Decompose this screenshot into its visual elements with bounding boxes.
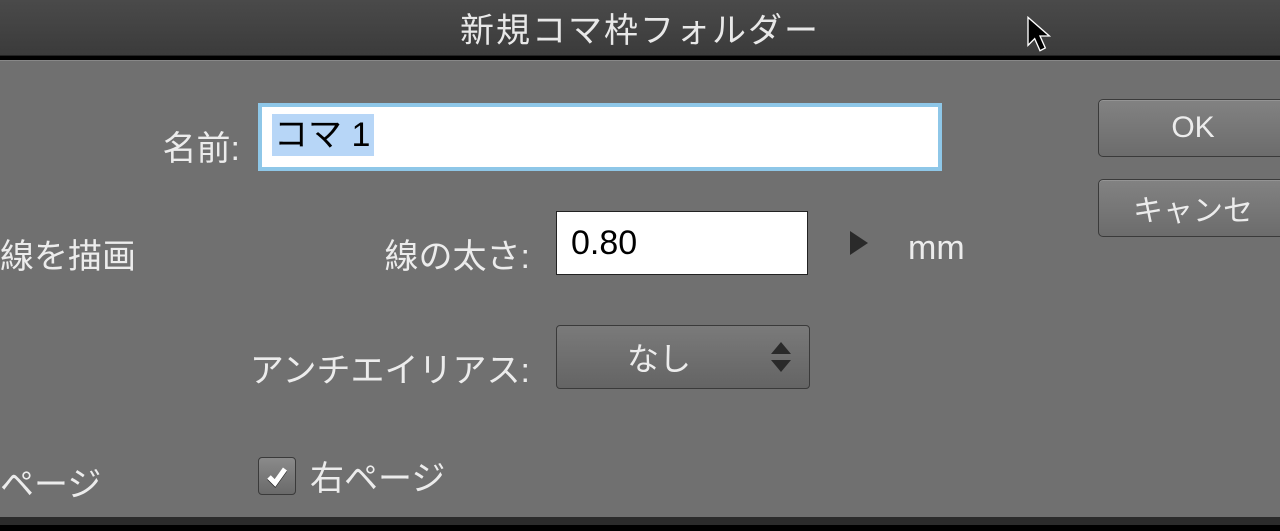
- checkmark-icon: [265, 464, 289, 488]
- antialias-value: なし: [557, 334, 761, 380]
- antialias-dropdown[interactable]: なし: [556, 325, 810, 389]
- cancel-button-label: キャンセ: [1133, 186, 1253, 230]
- thickness-value: 0.80: [571, 224, 637, 263]
- name-input[interactable]: コマ 1: [258, 103, 942, 171]
- right-page-label: 右ページ: [310, 451, 445, 500]
- page-label-partial: ページ: [0, 457, 120, 506]
- main-area: 名前: コマ 1 線を描画 線の太さ: 0.80 mm アンチエイリアス: なし…: [0, 61, 1080, 525]
- thickness-label: 線の太さ:: [340, 229, 530, 278]
- thickness-input[interactable]: 0.80: [556, 211, 808, 275]
- name-label: 名前:: [100, 121, 240, 170]
- thickness-stepper-icon[interactable]: [850, 231, 868, 255]
- antialias-label: アンチエイリアス:: [200, 343, 530, 392]
- ok-button-label: OK: [1171, 111, 1214, 145]
- ok-button[interactable]: OK: [1098, 99, 1280, 157]
- right-page-checkbox-wrap[interactable]: 右ページ: [258, 451, 445, 500]
- dialog-body: 名前: コマ 1 線を描画 線の太さ: 0.80 mm アンチエイリアス: なし…: [0, 60, 1280, 525]
- right-page-checkbox[interactable]: [258, 457, 296, 495]
- draw-line-label: 線を描画: [0, 229, 170, 278]
- name-input-value: コマ 1: [272, 114, 374, 156]
- dialog-titlebar: 新規コマ枠フォルダー: [0, 0, 1280, 56]
- button-area: OK キャンセ: [1090, 61, 1280, 525]
- dialog-title: 新規コマ枠フォルダー: [460, 3, 820, 52]
- dropdown-arrows-icon: [761, 342, 801, 372]
- dialog-bottom-border: [0, 517, 1280, 525]
- thickness-unit: mm: [908, 229, 988, 268]
- cancel-button[interactable]: キャンセ: [1098, 179, 1280, 237]
